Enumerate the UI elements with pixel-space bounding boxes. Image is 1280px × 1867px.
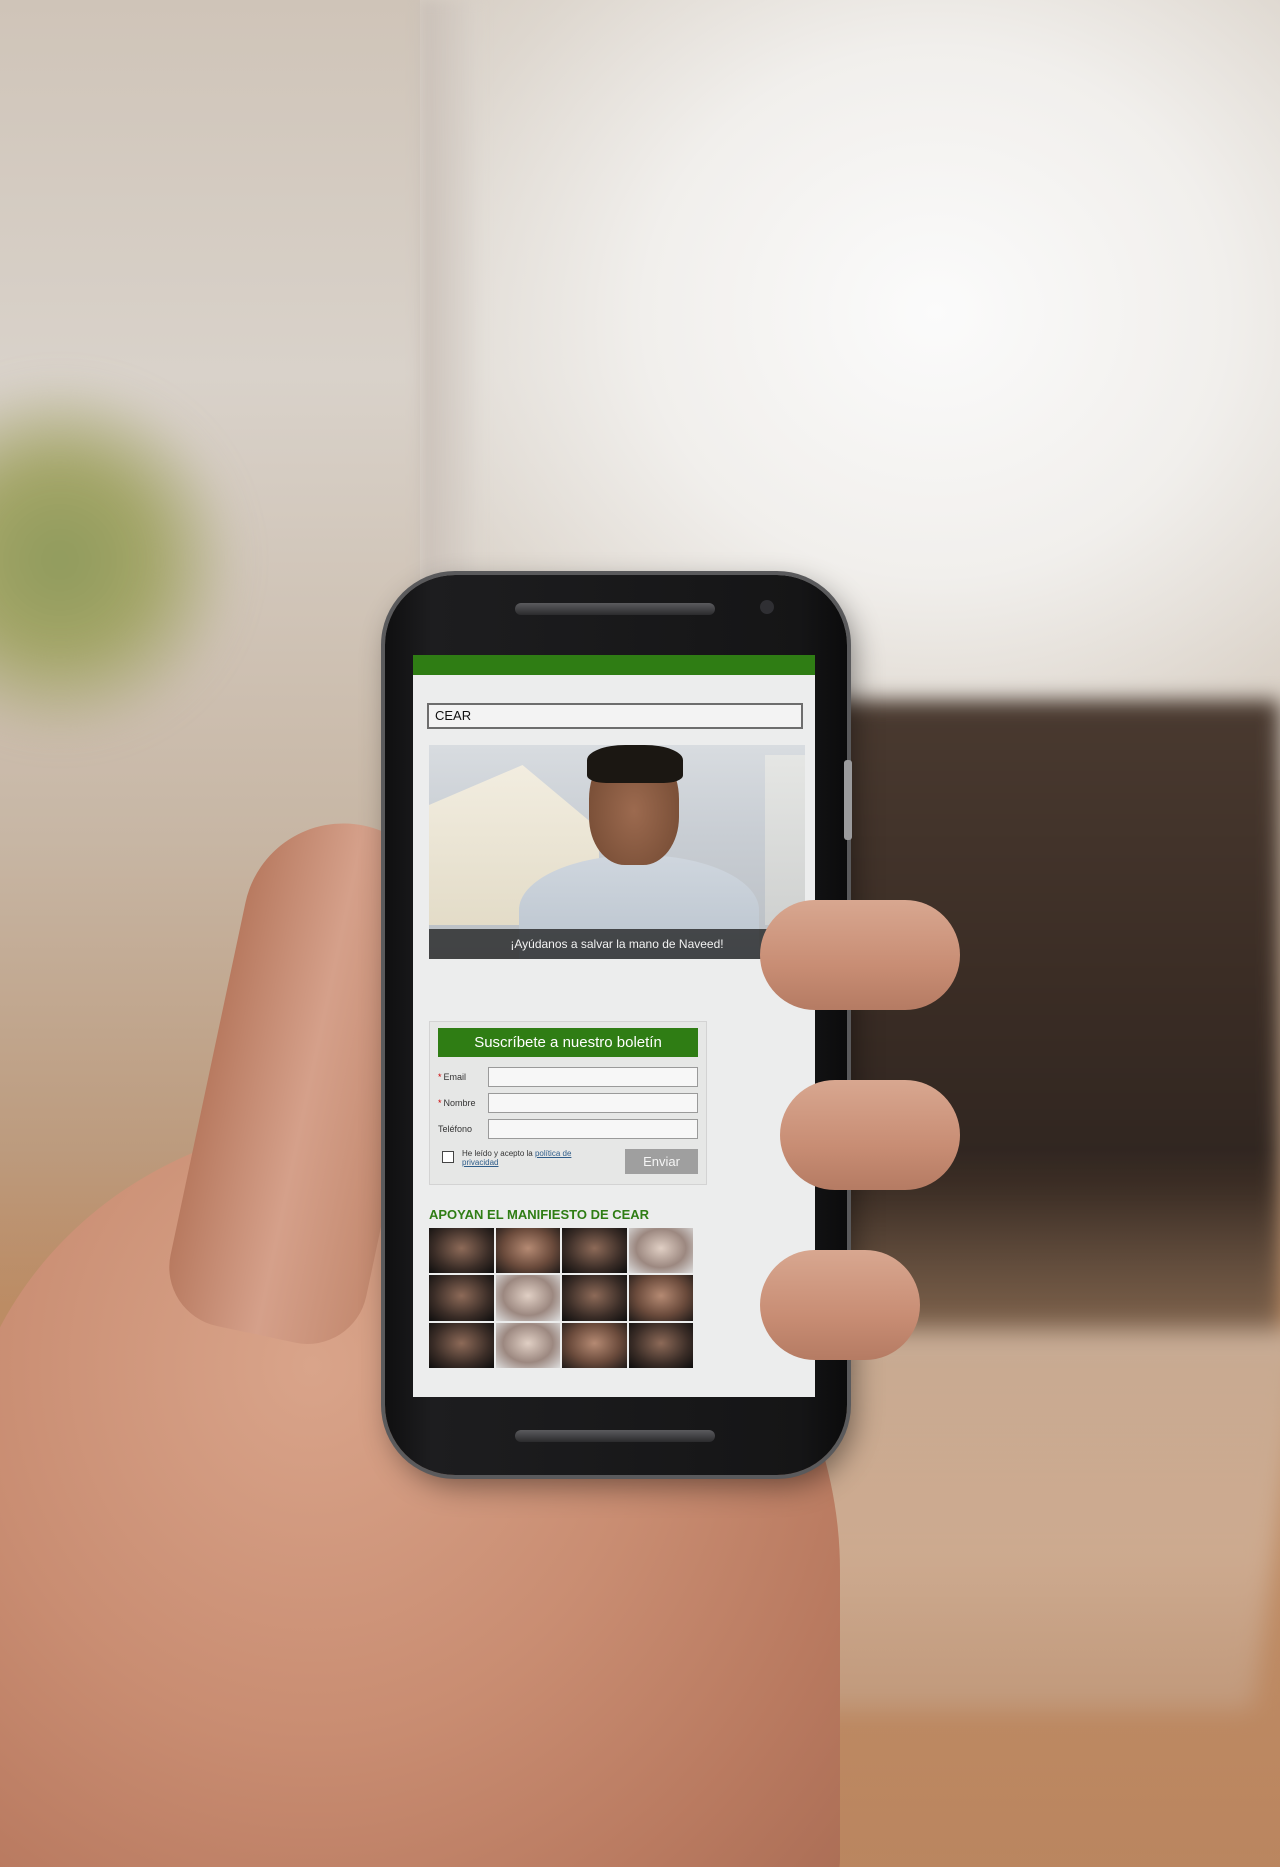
phone-side-button bbox=[844, 760, 852, 840]
required-marker: * bbox=[438, 1072, 442, 1082]
supporter-photo[interactable] bbox=[562, 1275, 627, 1321]
newsletter-form: Suscríbete a nuestro boletín * Email * Nom… bbox=[429, 1021, 707, 1185]
email-label-text: Email bbox=[443, 1072, 467, 1082]
submit-button[interactable]: Enviar bbox=[625, 1149, 698, 1174]
consent-text: He leído y acepto la política de privaci… bbox=[462, 1149, 592, 1167]
privacy-checkbox[interactable] bbox=[442, 1151, 454, 1163]
name-field[interactable] bbox=[488, 1093, 698, 1113]
supporter-photo[interactable] bbox=[628, 1228, 693, 1274]
manifest-heading: APOYAN EL MANIFIESTO DE CEAR bbox=[429, 1207, 650, 1222]
name-label-text: Nombre bbox=[443, 1098, 476, 1108]
supporter-photo[interactable] bbox=[562, 1322, 627, 1368]
supporter-photo[interactable] bbox=[495, 1275, 560, 1321]
supporter-photo[interactable] bbox=[562, 1228, 627, 1274]
phone-label: Teléfono bbox=[438, 1124, 473, 1134]
email-label: * Email bbox=[438, 1072, 488, 1082]
background-window-frame bbox=[420, 0, 480, 600]
name-label: * Nombre bbox=[438, 1098, 488, 1108]
photo-scene: CEAR ¡Ayúdanos a salvar la mano de Navee… bbox=[0, 0, 1280, 1867]
phone-screen: CEAR ¡Ayúdanos a salvar la mano de Navee… bbox=[413, 655, 815, 1397]
hand-finger-ring bbox=[760, 1250, 920, 1360]
supporter-photo[interactable] bbox=[429, 1275, 494, 1321]
video-tent-right bbox=[765, 755, 805, 925]
supporter-photo[interactable] bbox=[495, 1322, 560, 1368]
video-player[interactable]: ¡Ayúdanos a salvar la mano de Naveed! bbox=[429, 745, 805, 959]
supporter-photo[interactable] bbox=[628, 1322, 693, 1368]
video-caption: ¡Ayúdanos a salvar la mano de Naveed! bbox=[429, 929, 805, 959]
phone-row: Teléfono bbox=[438, 1119, 698, 1139]
phone-field[interactable] bbox=[488, 1119, 698, 1139]
front-camera bbox=[760, 600, 774, 614]
supporter-photo[interactable] bbox=[429, 1228, 494, 1274]
email-field[interactable] bbox=[488, 1067, 698, 1087]
site-header-bar bbox=[413, 655, 815, 675]
consent-text-prefix: He leído y acepto la bbox=[462, 1149, 535, 1158]
email-row: * Email bbox=[438, 1067, 698, 1087]
site-title-field[interactable]: CEAR bbox=[427, 703, 803, 729]
supporters-photo-grid bbox=[429, 1228, 693, 1368]
hand-finger-index bbox=[760, 900, 960, 1010]
name-row: * Nombre bbox=[438, 1093, 698, 1113]
hand-finger-middle bbox=[780, 1080, 960, 1190]
phone-top-speaker bbox=[515, 603, 715, 615]
supporter-photo[interactable] bbox=[429, 1322, 494, 1368]
phone-bottom-speaker bbox=[515, 1430, 715, 1442]
supporter-photo[interactable] bbox=[495, 1228, 560, 1274]
newsletter-title: Suscríbete a nuestro boletín bbox=[438, 1028, 698, 1057]
required-marker: * bbox=[438, 1098, 442, 1108]
supporter-photo[interactable] bbox=[628, 1275, 693, 1321]
video-person-hair bbox=[587, 745, 683, 783]
background-plant bbox=[0, 380, 240, 740]
consent-row: He leído y acepto la política de privaci… bbox=[438, 1149, 698, 1174]
